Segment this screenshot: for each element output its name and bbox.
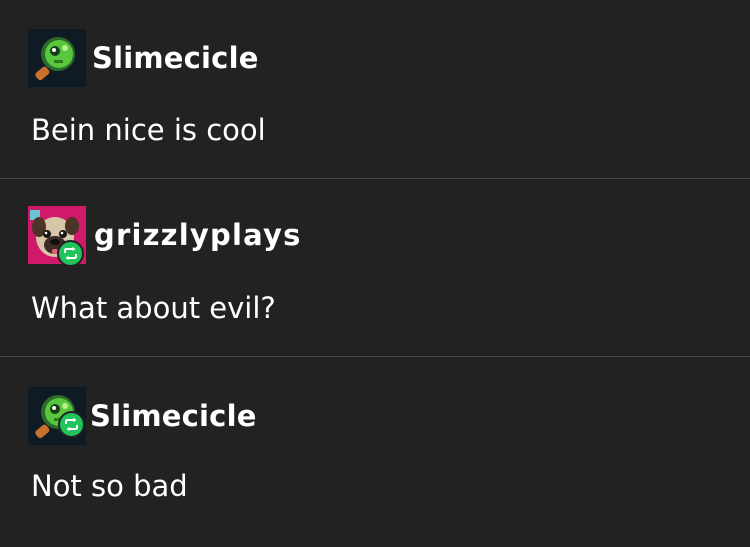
post: grizzlyplays What about evil? — [0, 179, 750, 356]
post-text: Bein nice is cool — [31, 113, 266, 147]
reblog-icon — [57, 240, 84, 267]
post-text: Not so bad — [31, 469, 188, 503]
avatar[interactable] — [28, 206, 86, 267]
username[interactable]: grizzlyplays — [94, 220, 302, 250]
post: Slimecicle Bein nice is cool — [0, 0, 750, 178]
post: Slimecicle Not so bad — [0, 357, 750, 547]
reblog-thread: Slimecicle Bein nice is cool grizzlyplay… — [0, 0, 750, 547]
avatar[interactable] — [28, 29, 86, 87]
post-header: Slimecicle — [28, 29, 259, 87]
slime-magnifier-avatar-icon — [28, 29, 86, 87]
avatar[interactable] — [28, 387, 86, 445]
post-header: Slimecicle — [28, 387, 257, 445]
username[interactable]: Slimecicle — [90, 401, 257, 431]
post-text: What about evil? — [31, 291, 276, 325]
reblog-icon — [58, 411, 85, 438]
username[interactable]: Slimecicle — [92, 43, 259, 73]
post-header: grizzlyplays — [28, 206, 302, 267]
